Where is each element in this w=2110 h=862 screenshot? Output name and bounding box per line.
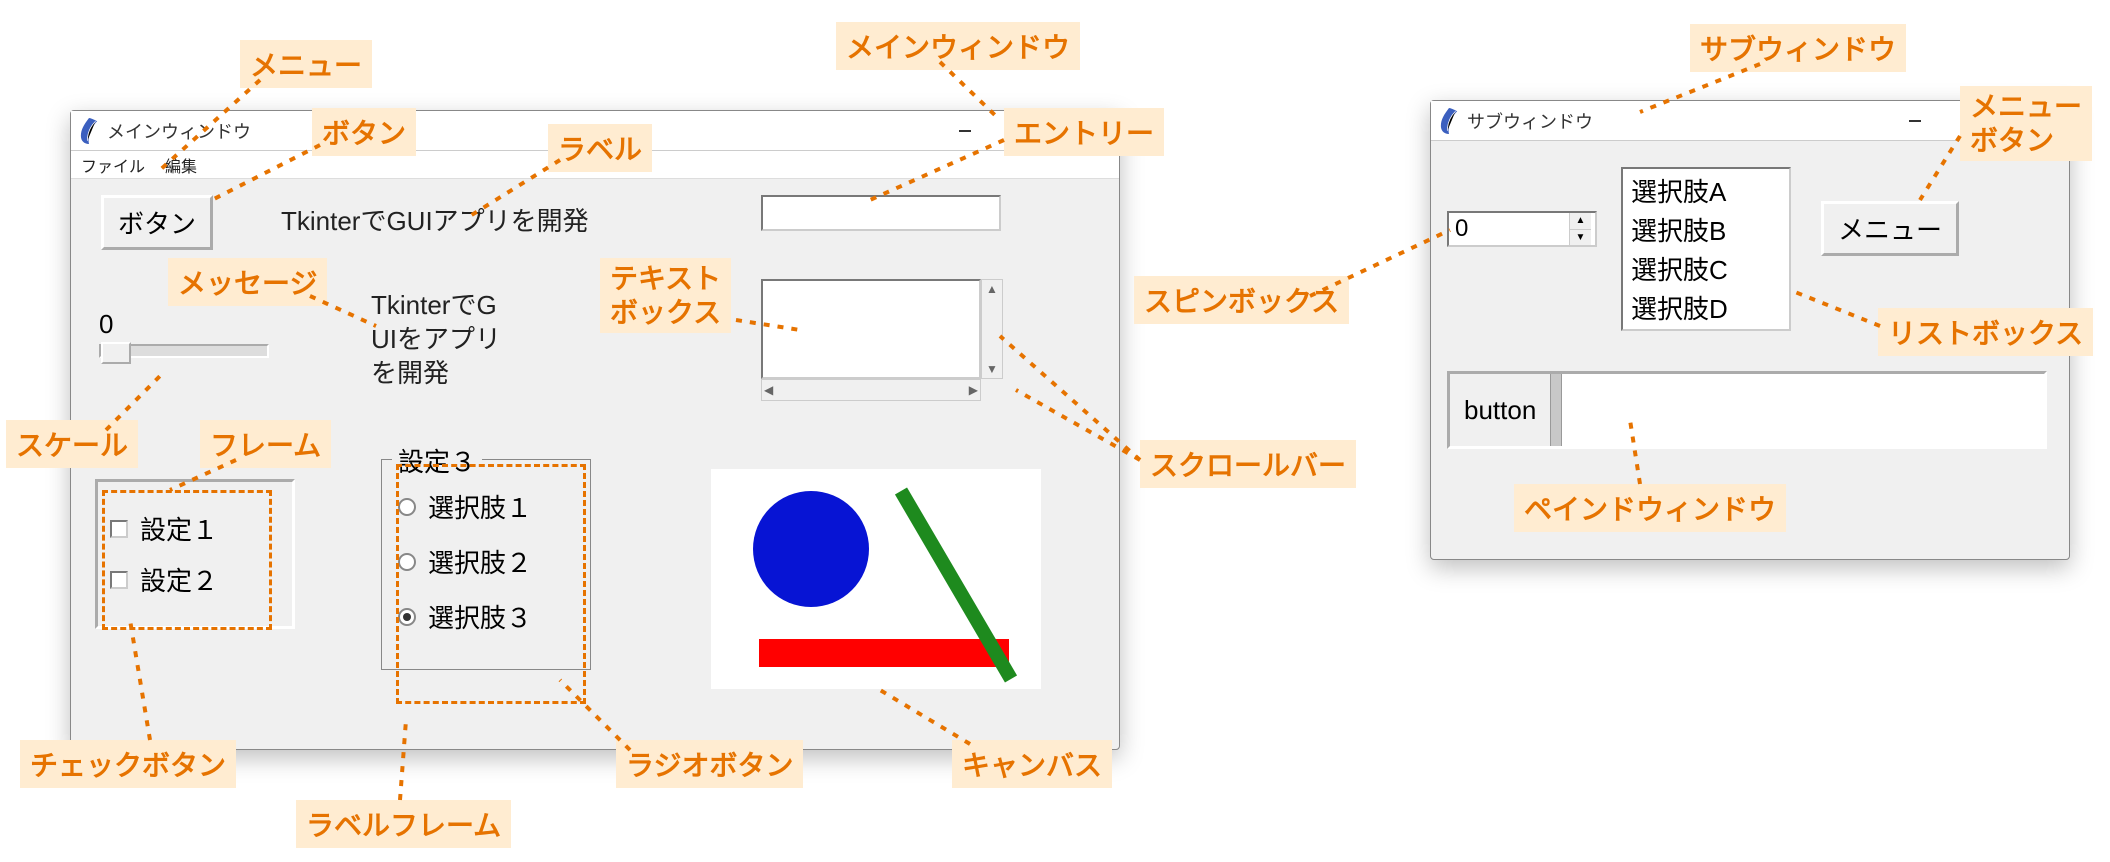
scale-value: 0 [99,309,269,340]
radiobutton-1[interactable]: 選択肢１ [398,488,574,525]
button[interactable]: ボタン [101,195,213,250]
feather-icon [1439,108,1459,134]
callout-entry: エントリー [1004,108,1164,156]
checkbutton-2[interactable]: 設定２ [110,561,280,598]
list-item[interactable]: 選択肢B [1629,210,1783,249]
callout-panedwindow: ペインドウィンドウ [1514,484,1786,532]
checkbox-icon [110,520,128,538]
feather-icon [79,118,99,144]
callout-scale: スケール [6,420,138,468]
list-item[interactable]: 選択肢D [1629,288,1783,327]
minimize-icon[interactable] [1897,107,1933,135]
callout-menu: メニュー [240,40,372,88]
callout-frame: フレーム [200,420,331,468]
checkbox-icon [110,571,128,589]
menubutton[interactable]: メニュー [1821,201,1959,256]
callout-label: ラベル [548,124,652,172]
callout-sub-window: サブウィンドウ [1690,24,1906,72]
callout-radiobutton: ラジオボタン [616,740,803,788]
scale[interactable] [99,344,269,358]
entry[interactable] [761,195,1001,231]
scrollbar-horizontal[interactable]: ◀▶ [761,379,981,401]
radio-icon [398,498,416,516]
scrollbar-vertical[interactable]: ▲▼ [981,279,1003,379]
panedwindow[interactable]: button [1447,371,2047,449]
spin-up-icon[interactable]: ▲ [1570,213,1591,230]
radio-icon [398,553,416,571]
labelframe: 設定３ 選択肢１ 選択肢２ 選択肢３ [381,459,591,670]
callout-main-window: メインウィンドウ [836,22,1080,70]
menu-file[interactable]: ファイル [71,153,155,177]
callout-labelframe: ラベルフレーム [296,800,511,848]
callout-canvas: キャンバス [952,740,1112,788]
radiobutton-3[interactable]: 選択肢３ [398,598,574,635]
paned-left-button[interactable]: button [1450,374,1550,446]
list-item[interactable]: 選択肢A [1629,171,1783,210]
canvas-circle [753,491,869,607]
labelframe-title: 設定３ [392,442,482,479]
textbox[interactable] [761,279,981,379]
frame: 設定１ 設定２ [95,479,295,629]
spinbox-value[interactable] [1449,213,1569,245]
callout-textbox: テキスト ボックス [600,258,731,333]
callout-checkbutton: チェックボタン [20,740,236,788]
message: TkinterでG UIをアプリ を開発 [371,289,551,390]
callout-menubutton: メニュー ボタン [1960,86,2092,161]
radiobutton-2[interactable]: 選択肢２ [398,543,574,580]
checkbutton-1[interactable]: 設定１ [110,510,280,547]
listbox[interactable]: 選択肢A 選択肢B 選択肢C 選択肢D [1621,167,1791,331]
menu-edit[interactable]: 編集 [155,153,207,177]
label: TkinterでGUIアプリを開発 [281,201,589,238]
radio-icon [398,608,416,626]
canvas[interactable] [711,469,1041,689]
callout-scrollbar: スクロールバー [1140,440,1356,488]
paned-sash[interactable] [1550,374,1562,446]
paned-right [1562,374,2044,446]
callout-button: ボタン [312,108,416,156]
callout-listbox: リストボックス [1878,308,2093,356]
callout-spinbox: スピンボックス [1134,276,1349,324]
spinbox[interactable]: ▲ ▼ [1447,211,1597,247]
callout-message: メッセージ [168,258,327,306]
spin-down-icon[interactable]: ▼ [1570,230,1591,246]
scale-thumb[interactable] [101,342,131,364]
list-item[interactable]: 選択肢C [1629,249,1783,288]
canvas-rect [759,639,1009,667]
sub-title: サブウィンドウ [1467,108,1593,134]
main-title: メインウィンドウ [107,118,251,144]
minimize-icon[interactable] [947,117,983,145]
